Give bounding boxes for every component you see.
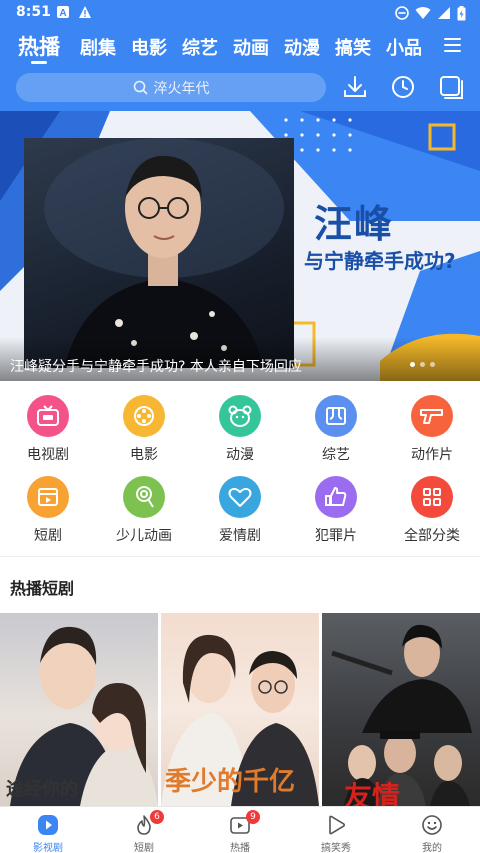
nav-label: 热播 — [230, 843, 250, 853]
carousel-dot-active — [410, 362, 415, 367]
search-icon — [133, 80, 148, 95]
smile-icon — [422, 815, 442, 835]
tab-movies[interactable]: 电影 — [131, 34, 167, 60]
status-bar: 8:51 A — [0, 0, 480, 26]
category-label: 动作片 — [411, 447, 453, 463]
category-variety[interactable]: 综艺 — [296, 395, 376, 464]
poster-card[interactable]: 途经你的 — [0, 613, 158, 806]
category-label: 综艺 — [322, 447, 350, 463]
gun-icon — [411, 395, 453, 437]
banner-headline: 汪峰 — [314, 202, 395, 246]
status-time: 8:51 — [16, 4, 51, 20]
category-tabs: 热播 剧集 电影 综艺 动画 动漫 搞笑 小品 — [0, 30, 480, 70]
signal-icon — [438, 7, 450, 19]
category-anime[interactable]: 动漫 — [200, 395, 280, 464]
warning-icon — [79, 6, 91, 18]
category-romance[interactable]: 爱情剧 — [200, 476, 280, 545]
poster-card[interactable]: 季少的千亿 — [161, 613, 319, 806]
nav-item-me[interactable]: 我的 — [384, 807, 480, 853]
banner-caption: 汪峰疑分手与宁静牵手成功? 本人亲自下场回应 — [10, 359, 302, 375]
collection-icon[interactable] — [438, 74, 464, 100]
nav-item-short-drama[interactable]: 6 短剧 — [96, 807, 192, 853]
notification-a-icon: A — [57, 6, 69, 19]
category-crime[interactable]: 犯罪片 — [296, 476, 376, 545]
status-icons — [395, 4, 466, 22]
carousel-dot — [420, 362, 425, 367]
tab-animation[interactable]: 动画 — [233, 34, 269, 60]
search-bar[interactable]: 淬火年代 — [16, 73, 326, 102]
nav-label: 影视剧 — [33, 843, 63, 853]
category-action[interactable]: 动作片 — [392, 395, 472, 464]
poster-title: 友情 — [344, 780, 401, 806]
variety-icon — [315, 395, 357, 437]
heart-icon — [219, 476, 261, 518]
nav-badge: 9 — [246, 810, 260, 824]
download-icon[interactable] — [342, 74, 368, 100]
nav-item-movies[interactable]: 影视剧 — [0, 807, 96, 853]
nav-label: 短剧 — [134, 843, 154, 853]
category-label: 动漫 — [226, 447, 254, 463]
battery-icon — [457, 5, 466, 20]
play-outline-icon — [329, 815, 346, 835]
banner-carousel[interactable]: 汪峰 与宁静牵手成功? 汪峰疑分手与宁静牵手成功? 本人亲自下场回应 — [0, 111, 480, 381]
tab-series[interactable]: 剧集 — [80, 34, 116, 60]
nav-badge: 6 — [150, 810, 164, 824]
tab-hot[interactable]: 热播 — [18, 31, 60, 61]
dnd-icon — [395, 6, 409, 20]
active-tab-indicator — [31, 61, 47, 64]
category-label: 短剧 — [34, 528, 62, 544]
thumbs-up-icon — [315, 476, 357, 518]
category-movies[interactable]: 电影 — [104, 395, 184, 464]
play-circle-icon — [38, 815, 58, 835]
category-kids-animation[interactable]: 少儿动画 — [104, 476, 184, 545]
menu-icon[interactable] — [444, 38, 461, 53]
clapper-icon — [27, 476, 69, 518]
bear-icon — [219, 395, 261, 437]
category-label: 爱情剧 — [219, 528, 261, 544]
tab-sketch[interactable]: 小品 — [386, 34, 422, 60]
category-label: 犯罪片 — [315, 528, 357, 544]
category-short-drama[interactable]: 短剧 — [8, 476, 88, 545]
section-divider — [0, 556, 480, 557]
poster-title: 途经你的 — [6, 779, 78, 800]
search-placeholder: 淬火年代 — [153, 80, 210, 97]
category-label: 电视剧 — [27, 447, 69, 463]
tab-comedy[interactable]: 搞笑 — [335, 34, 371, 60]
tab-variety[interactable]: 综艺 — [182, 34, 218, 60]
category-label: 电影 — [130, 447, 158, 463]
wifi-icon — [415, 7, 431, 20]
poster-card[interactable]: 友情 — [322, 613, 480, 806]
section-title-hot-short-drama: 热播短剧 — [10, 579, 75, 598]
tab-anime[interactable]: 动漫 — [284, 34, 320, 60]
tv-icon — [27, 395, 69, 437]
bottom-navigation: 影视剧 6 短剧 9 热播 搞笑秀 我的 — [0, 806, 480, 853]
svg-text:A: A — [59, 8, 66, 19]
nav-item-hot[interactable]: 9 热播 — [192, 807, 288, 853]
category-label: 全部分类 — [404, 528, 460, 544]
banner-photo — [24, 138, 294, 368]
history-clock-icon[interactable] — [390, 74, 416, 100]
nav-item-funny-show[interactable]: 搞笑秀 — [288, 807, 384, 853]
film-reel-icon — [123, 395, 165, 437]
poster-title: 季少的千亿 — [165, 767, 296, 797]
nav-label: 我的 — [422, 843, 442, 853]
category-label: 少儿动画 — [116, 528, 172, 544]
lollipop-icon — [123, 476, 165, 518]
grid-icon — [411, 476, 453, 518]
top-header: 8:51 A 热播 剧集 电影 综艺 动画 动漫 搞笑 小品 淬火年代 — [0, 0, 480, 111]
carousel-dot — [430, 362, 435, 367]
banner-subheadline: 与宁静牵手成功? — [304, 249, 456, 273]
nav-label: 搞笑秀 — [321, 843, 351, 853]
category-tv-series[interactable]: 电视剧 — [8, 395, 88, 464]
category-all[interactable]: 全部分类 — [392, 476, 472, 545]
